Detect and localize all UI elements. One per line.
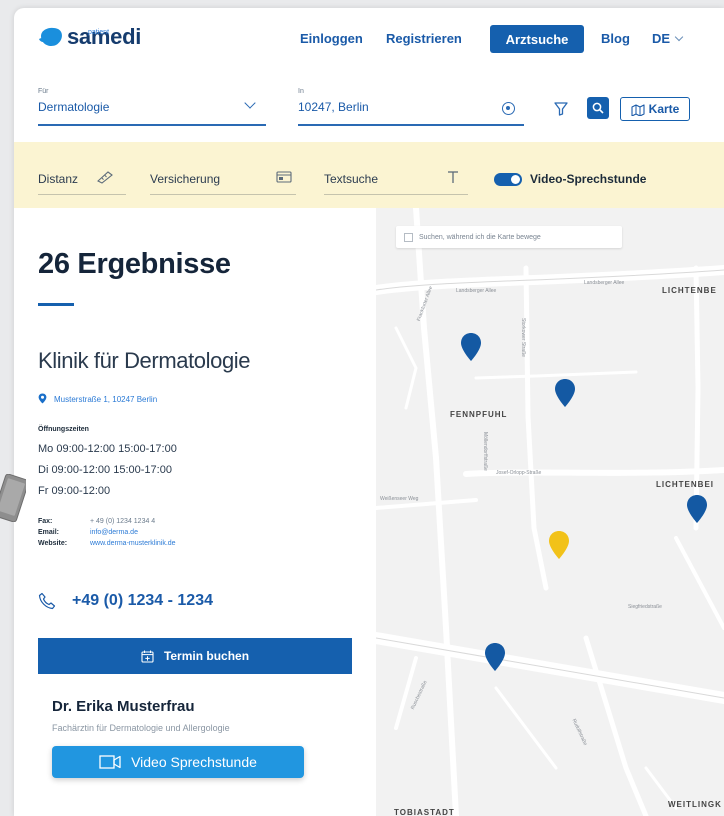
book-appointment-button[interactable]: Termin buchen bbox=[38, 638, 352, 674]
text-icon[interactable] bbox=[446, 170, 460, 184]
map-marker-selected-icon[interactable] bbox=[548, 530, 570, 560]
results-panel: 26 Ergebnisse Klinik für Dermatologie Mu… bbox=[14, 208, 376, 816]
locate-icon[interactable] bbox=[502, 102, 515, 115]
login-link[interactable]: Einloggen bbox=[300, 31, 363, 46]
doctor-specialty: Fachärztin für Dermatologie und Allergol… bbox=[52, 723, 230, 733]
opening-hours-row: Di 09:00-12:00 15:00-17:00 bbox=[38, 464, 172, 476]
specialty-underline bbox=[38, 124, 266, 126]
title-accent-line bbox=[38, 303, 74, 306]
insurance-card-icon[interactable] bbox=[276, 170, 292, 184]
clinic-address[interactable]: Musterstraße 1, 10247 Berlin bbox=[54, 395, 157, 404]
search-while-moving-checkbox[interactable]: Suchen, während ich die Karte bewege bbox=[396, 226, 622, 248]
opening-hours-row: Fr 09:00-12:00 bbox=[38, 485, 111, 497]
location-underline bbox=[298, 124, 524, 126]
search-icon bbox=[592, 102, 604, 114]
map-street-label: Möllendorffstraße bbox=[482, 432, 488, 471]
register-link[interactable]: Registrieren bbox=[386, 31, 462, 46]
top-navigation: samedi patient Einloggen Registrieren Ar… bbox=[14, 8, 724, 72]
map-street-label: Landsberger Allee bbox=[584, 280, 625, 286]
calendar-plus-icon bbox=[141, 650, 154, 663]
doctor-name[interactable]: Dr. Erika Musterfrau bbox=[52, 698, 195, 715]
map-button-label: Karte bbox=[648, 102, 680, 116]
opening-hours-label: Öffnungszeiten bbox=[38, 426, 89, 433]
map-label-district: WEITLINGK bbox=[668, 800, 722, 809]
website-link[interactable]: www.derma-musterklinik.de bbox=[90, 540, 176, 547]
map-marker-icon[interactable] bbox=[554, 378, 576, 408]
filter-bar: Distanz Versicherung Textsuche Video-Spr… bbox=[14, 142, 724, 208]
email-label: Email: bbox=[38, 529, 60, 536]
map-street-label: Josef-Orlopp-Straße bbox=[496, 470, 542, 476]
filter-icon[interactable] bbox=[554, 102, 568, 116]
distance-underline bbox=[38, 194, 126, 195]
website-label: Website: bbox=[38, 540, 68, 547]
map-label-district: LICHTENBE bbox=[662, 286, 717, 295]
map-toggle-button[interactable]: Karte bbox=[620, 97, 690, 121]
logo-blob-icon bbox=[39, 27, 62, 46]
email-link[interactable]: info@derma.de bbox=[90, 529, 138, 536]
insurance-underline bbox=[150, 194, 296, 195]
video-camera-icon bbox=[99, 755, 121, 769]
map-label-district: TOBIASTADT bbox=[394, 808, 455, 816]
insurance-filter[interactable]: Versicherung bbox=[150, 172, 220, 186]
location-label: In bbox=[298, 88, 304, 95]
map-icon bbox=[631, 103, 645, 116]
text-search-filter[interactable]: Textsuche bbox=[324, 172, 378, 186]
results-count: 26 Ergebnisse bbox=[38, 248, 231, 280]
map-street-label: Weißenseer Weg bbox=[380, 496, 419, 502]
opening-hours-row: Mo 09:00-12:00 15:00-17:00 bbox=[38, 443, 177, 455]
specialty-select[interactable]: Dermatologie bbox=[38, 100, 109, 114]
ruler-icon[interactable] bbox=[96, 170, 114, 184]
video-consultation-toggle[interactable] bbox=[494, 173, 522, 186]
distance-filter[interactable]: Distanz bbox=[38, 172, 78, 186]
results-map[interactable]: Suchen, während ich die Karte bewege LIC… bbox=[376, 208, 724, 816]
search-while-moving-label: Suchen, während ich die Karte bewege bbox=[419, 233, 541, 241]
video-consultation-toggle-label: Video-Sprechstunde bbox=[530, 172, 647, 186]
specialty-label: Für bbox=[38, 88, 49, 95]
doctor-search-button[interactable]: Arztsuche bbox=[490, 25, 584, 53]
map-marker-icon[interactable] bbox=[460, 332, 482, 362]
map-street-label: Landsberger Allee bbox=[456, 288, 497, 294]
chevron-down-icon[interactable] bbox=[244, 97, 256, 109]
fax-value: + 49 (0) 1234 1234 4 bbox=[90, 518, 156, 525]
language-selector[interactable]: DE bbox=[652, 31, 684, 46]
video-consultation-label: Video Sprechstunde bbox=[131, 754, 257, 770]
clinic-name[interactable]: Klinik für Dermatologie bbox=[38, 348, 251, 374]
phone-number[interactable]: +49 (0) 1234 - 1234 bbox=[72, 592, 213, 610]
blog-link[interactable]: Blog bbox=[601, 31, 630, 46]
chevron-down-icon bbox=[674, 32, 684, 42]
search-button[interactable] bbox=[587, 97, 609, 119]
logo-subtitle: patient bbox=[88, 29, 110, 36]
fax-label: Fax: bbox=[38, 518, 53, 525]
book-appointment-label: Termin buchen bbox=[163, 649, 250, 663]
tablet-device-icon bbox=[0, 474, 26, 522]
location-input[interactable]: 10247, Berlin bbox=[298, 100, 369, 114]
language-label: DE bbox=[652, 31, 671, 46]
video-consultation-button[interactable]: Video Sprechstunde bbox=[52, 746, 304, 778]
map-street-label: Siegfriedstraße bbox=[628, 604, 662, 610]
checkbox-box[interactable] bbox=[404, 232, 413, 242]
app-window: samedi patient Einloggen Registrieren Ar… bbox=[14, 8, 724, 816]
map-marker-icon[interactable] bbox=[686, 494, 708, 524]
map-street-label: Storkower Straße bbox=[520, 318, 526, 357]
map-label-district: LICHTENBEI bbox=[656, 480, 714, 489]
text-search-underline bbox=[324, 194, 468, 195]
location-pin-icon bbox=[38, 393, 47, 404]
phone-icon bbox=[38, 592, 56, 610]
map-marker-icon[interactable] bbox=[484, 642, 506, 672]
map-label-district: FENNPFUHL bbox=[450, 410, 508, 419]
